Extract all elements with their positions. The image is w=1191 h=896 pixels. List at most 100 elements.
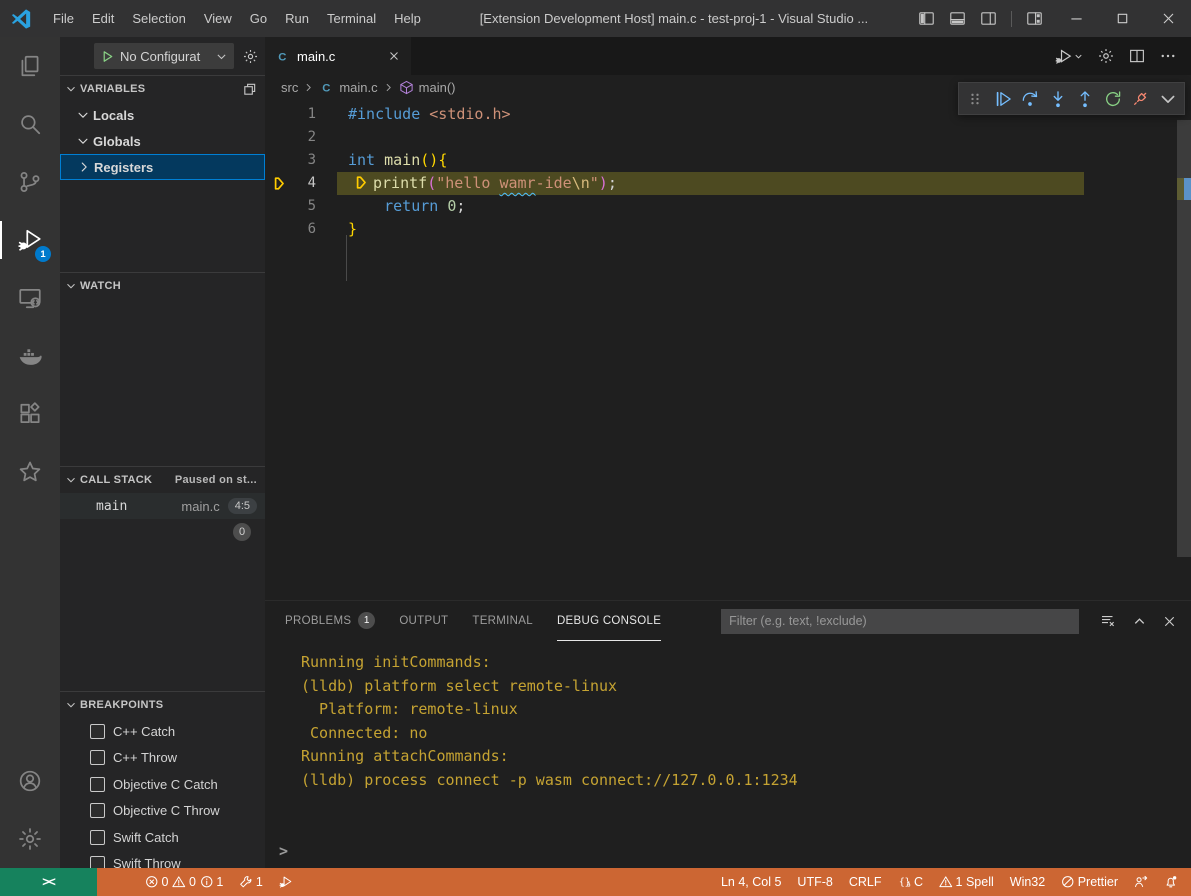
toggle-panel-icon[interactable] bbox=[949, 10, 966, 27]
glyph-margin[interactable] bbox=[265, 103, 295, 126]
breadcrumb-item[interactable]: src bbox=[281, 80, 298, 95]
call-stack-header[interactable]: CALL STACK Paused on st... bbox=[60, 467, 265, 493]
gear-icon[interactable] bbox=[1097, 47, 1115, 65]
minimize-window-button[interactable] bbox=[1053, 0, 1099, 37]
debug-disconnect-button[interactable] bbox=[1128, 86, 1153, 112]
clear-console-icon[interactable] bbox=[1099, 612, 1117, 630]
breakpoint-checkbox[interactable] bbox=[90, 856, 105, 868]
glyph-margin[interactable] bbox=[265, 218, 295, 241]
status-notifications[interactable] bbox=[1156, 868, 1186, 896]
breakpoint-checkbox[interactable] bbox=[90, 724, 105, 739]
split-editor-icon[interactable] bbox=[1128, 47, 1146, 65]
status-encoding[interactable]: UTF-8 bbox=[789, 868, 840, 896]
breadcrumb-item[interactable]: main.c bbox=[339, 80, 377, 95]
close-tab-icon[interactable] bbox=[387, 49, 401, 63]
glyph-margin[interactable] bbox=[265, 149, 295, 172]
glyph-margin[interactable] bbox=[265, 172, 295, 195]
status-eol[interactable]: CRLF bbox=[841, 868, 890, 896]
activity-settings[interactable] bbox=[0, 810, 60, 868]
maximize-window-button[interactable] bbox=[1099, 0, 1145, 37]
start-debug-icon[interactable] bbox=[100, 49, 115, 64]
activity-source-control[interactable] bbox=[0, 153, 60, 211]
menu-selection[interactable]: Selection bbox=[123, 0, 194, 37]
breakpoint-checkbox[interactable] bbox=[90, 830, 105, 845]
code-area[interactable]: 1#include <stdio.h>23int main(){4printf(… bbox=[265, 100, 1191, 241]
status-prettier[interactable]: Prettier bbox=[1053, 868, 1126, 896]
breakpoint-objective-c-catch[interactable]: Objective C Catch bbox=[60, 771, 265, 798]
breakpoint-swift-throw[interactable]: Swift Throw bbox=[60, 851, 265, 869]
debug-step-over-button[interactable] bbox=[1018, 86, 1043, 112]
debug-step-into-button[interactable] bbox=[1046, 86, 1071, 112]
activity-accounts[interactable] bbox=[0, 752, 60, 810]
breakpoints-header[interactable]: BREAKPOINTS bbox=[60, 692, 265, 718]
variables-header[interactable]: VARIABLES bbox=[60, 76, 265, 102]
activity-remote-explorer[interactable] bbox=[0, 269, 60, 327]
run-or-debug-icon[interactable] bbox=[1054, 47, 1084, 66]
panel-tab-debug-console[interactable]: DEBUG CONSOLE bbox=[557, 601, 661, 641]
code-line-3[interactable]: 3int main(){ bbox=[265, 149, 1191, 172]
variables-item-registers[interactable]: Registers bbox=[60, 154, 265, 180]
activity-docker[interactable] bbox=[0, 327, 60, 385]
watch-header[interactable]: WATCH bbox=[60, 273, 265, 299]
more-actions-icon[interactable] bbox=[1159, 47, 1177, 65]
breakpoint-c-throw[interactable]: C++ Throw bbox=[60, 745, 265, 772]
code-line-6[interactable]: 6} bbox=[265, 218, 1191, 241]
glyph-margin[interactable] bbox=[265, 126, 295, 149]
menu-terminal[interactable]: Terminal bbox=[318, 0, 385, 37]
debug-more-button[interactable] bbox=[1156, 86, 1181, 112]
menu-help[interactable]: Help bbox=[385, 0, 430, 37]
code-line-5[interactable]: 5 return 0; bbox=[265, 195, 1191, 218]
customize-layout-icon[interactable] bbox=[1026, 10, 1043, 27]
debug-restart-button[interactable] bbox=[1101, 86, 1126, 112]
status-debug-status[interactable] bbox=[271, 868, 301, 896]
status-feedback[interactable] bbox=[1126, 868, 1156, 896]
menu-go[interactable]: Go bbox=[241, 0, 276, 37]
status-platform[interactable]: Win32 bbox=[1002, 868, 1053, 896]
breakpoint-checkbox[interactable] bbox=[90, 750, 105, 765]
status-problems[interactable]: 001 bbox=[137, 868, 231, 896]
code-line-2[interactable]: 2 bbox=[265, 126, 1191, 149]
variables-item-globals[interactable]: Globals bbox=[60, 128, 265, 154]
panel-tab-terminal[interactable]: TERMINAL bbox=[472, 601, 533, 641]
close-window-button[interactable] bbox=[1145, 0, 1191, 37]
code-line-4[interactable]: 4printf("hello wamr-ide\n"); bbox=[265, 172, 1191, 195]
breakpoint-checkbox[interactable] bbox=[90, 777, 105, 792]
menu-run[interactable]: Run bbox=[276, 0, 318, 37]
variables-item-locals[interactable]: Locals bbox=[60, 102, 265, 128]
panel-tab-output[interactable]: OUTPUT bbox=[399, 601, 448, 641]
close-panel-icon[interactable] bbox=[1162, 614, 1177, 629]
debug-console-prompt[interactable]: > bbox=[279, 842, 288, 860]
maximize-panel-icon[interactable] bbox=[1132, 614, 1147, 629]
breakpoint-swift-catch[interactable]: Swift Catch bbox=[60, 824, 265, 851]
activity-extensions[interactable] bbox=[0, 385, 60, 443]
menu-view[interactable]: View bbox=[195, 0, 241, 37]
tab-main-c[interactable]: C main.c bbox=[265, 37, 411, 75]
debug-config-dropdown[interactable]: No Configurat bbox=[94, 43, 234, 69]
breakpoint-objective-c-throw[interactable]: Objective C Throw bbox=[60, 798, 265, 825]
debug-step-out-button[interactable] bbox=[1073, 86, 1098, 112]
remote-indicator[interactable]: >< bbox=[0, 868, 97, 896]
debug-continue-button[interactable] bbox=[991, 86, 1016, 112]
debug-drag-handle-button[interactable] bbox=[963, 86, 988, 112]
activity-run-and-debug[interactable]: 1 bbox=[0, 211, 60, 269]
stack-frame[interactable]: mainmain.c4:5 bbox=[60, 493, 265, 519]
panel-tab-problems[interactable]: PROBLEMS1 bbox=[285, 601, 375, 641]
activity-test-explorer[interactable] bbox=[0, 443, 60, 501]
breadcrumb-item[interactable]: main() bbox=[419, 80, 456, 95]
toggle-primary-sidebar-icon[interactable] bbox=[918, 10, 935, 27]
status-cursor-position[interactable]: Ln 4, Col 5 bbox=[713, 868, 789, 896]
breakpoint-checkbox[interactable] bbox=[90, 803, 105, 818]
debug-gear-icon[interactable] bbox=[242, 48, 259, 65]
menu-file[interactable]: File bbox=[44, 0, 83, 37]
menu-edit[interactable]: Edit bbox=[83, 0, 123, 37]
status-ports[interactable]: 1 bbox=[231, 868, 270, 896]
breakpoint-c-catch[interactable]: C++ Catch bbox=[60, 718, 265, 745]
glyph-margin[interactable] bbox=[265, 195, 295, 218]
collapse-all-icon[interactable] bbox=[242, 82, 257, 97]
status-language-mode[interactable]: {}C bbox=[890, 868, 932, 896]
status-spell-checker[interactable]: 1 Spell bbox=[931, 868, 1002, 896]
activity-search[interactable] bbox=[0, 95, 60, 153]
toggle-secondary-sidebar-icon[interactable] bbox=[980, 10, 997, 27]
console-filter-input[interactable] bbox=[721, 609, 1079, 634]
activity-explorer[interactable] bbox=[0, 37, 60, 95]
